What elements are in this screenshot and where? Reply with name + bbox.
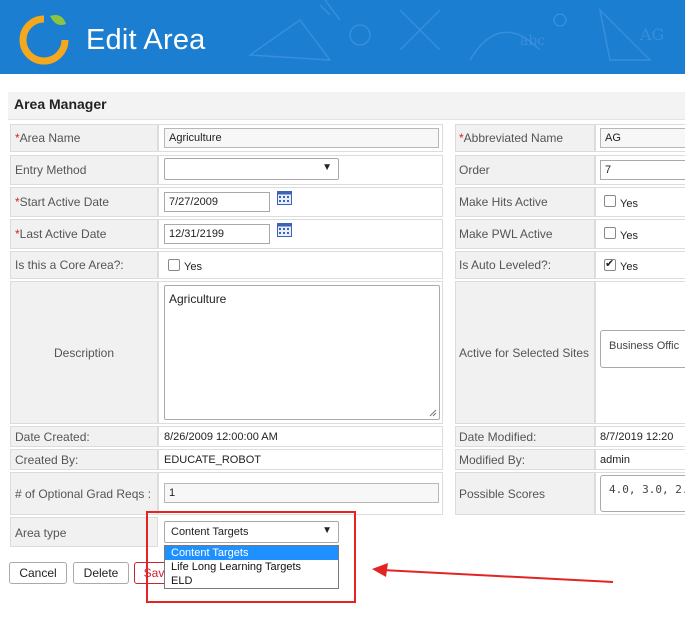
date-created-value: 8/26/2009 12:00:00 AM	[164, 431, 278, 443]
last-date-label: *Last Active Date	[15, 227, 107, 241]
grad-reqs-input[interactable]: 1	[164, 483, 439, 503]
created-by-value: EDUCATE_ROBOT	[164, 454, 261, 466]
start-date-label: *Start Active Date	[15, 195, 110, 209]
pwl-checkbox[interactable]	[604, 227, 616, 239]
svg-text:AG: AG	[639, 25, 664, 44]
order-input[interactable]: 7	[600, 160, 685, 180]
area-type-dropdown-list[interactable]: Content Targets Life Long Learning Targe…	[164, 545, 339, 589]
app-logo-icon	[19, 15, 69, 65]
pwl-yes-label: Yes	[620, 230, 638, 242]
pwl-label: Make PWL Active	[459, 227, 553, 241]
abbrev-input[interactable]: AG	[600, 128, 685, 148]
hits-checkbox[interactable]	[604, 195, 616, 207]
modified-by-label: Modified By:	[459, 453, 526, 467]
sites-label: Active for Selected Sites	[459, 346, 590, 360]
hits-yes-label: Yes	[620, 198, 638, 210]
hits-label: Make Hits Active	[459, 195, 548, 209]
last-date-input[interactable]: 12/31/2199	[164, 224, 270, 244]
chevron-down-icon: ▼	[322, 525, 332, 536]
entry-method-label: Entry Method	[15, 163, 87, 177]
core-area-label: Is this a Core Area?:	[15, 258, 124, 272]
app-header: abc AG Edit Area	[0, 0, 685, 74]
description-label: Description	[54, 346, 115, 360]
dropdown-option[interactable]: ELD	[165, 574, 338, 588]
core-area-yes-label: Yes	[184, 261, 202, 273]
entry-method-select[interactable]: ▼	[164, 158, 339, 180]
calendar-icon[interactable]	[277, 191, 292, 205]
area-name-input[interactable]: Agriculture	[164, 128, 439, 148]
annotation-arrow-icon	[372, 563, 614, 583]
panel-title: Area Manager	[14, 96, 107, 112]
auto-leveled-checkbox[interactable]	[604, 257, 616, 271]
area-type-label: Area type	[15, 526, 67, 540]
modified-by-value: admin	[600, 454, 630, 466]
created-by-label: Created By:	[15, 453, 79, 467]
cancel-button[interactable]: Cancel	[9, 562, 67, 584]
date-created-label: Date Created:	[15, 430, 90, 444]
grad-reqs-label: # of Optional Grad Reqs :	[15, 487, 152, 501]
sites-listbox[interactable]: Business Offic	[600, 330, 685, 368]
panel-header	[8, 92, 685, 120]
resize-grip-icon[interactable]	[429, 409, 437, 417]
svg-text:abc: abc	[520, 33, 545, 49]
start-date-input[interactable]: 7/27/2009	[164, 192, 270, 212]
description-textarea[interactable]: Agriculture	[164, 285, 440, 420]
dropdown-option[interactable]: Content Targets	[165, 546, 338, 560]
area-name-label: *Area Name	[15, 131, 81, 145]
auto-leveled-yes-label: Yes	[620, 261, 638, 273]
date-modified-value: 8/7/2019 12:20	[600, 431, 674, 443]
auto-leveled-label: Is Auto Leveled?:	[459, 258, 552, 272]
dropdown-option[interactable]: Life Long Learning Targets	[165, 560, 338, 574]
abbrev-label: *Abbreviated Name	[459, 131, 564, 145]
core-area-checkbox[interactable]	[168, 259, 180, 271]
scores-label: Possible Scores	[459, 487, 546, 501]
page-title: Edit Area	[86, 24, 206, 56]
delete-button[interactable]: Delete	[73, 562, 129, 584]
date-modified-label: Date Modified:	[459, 430, 537, 444]
calendar-icon[interactable]	[277, 223, 292, 237]
chevron-down-icon: ▼	[322, 162, 332, 173]
area-type-select[interactable]: Content Targets ▼	[164, 521, 339, 543]
order-label: Order	[459, 163, 490, 177]
scores-textarea[interactable]: 4.0, 3.0, 2.0,	[600, 475, 685, 512]
